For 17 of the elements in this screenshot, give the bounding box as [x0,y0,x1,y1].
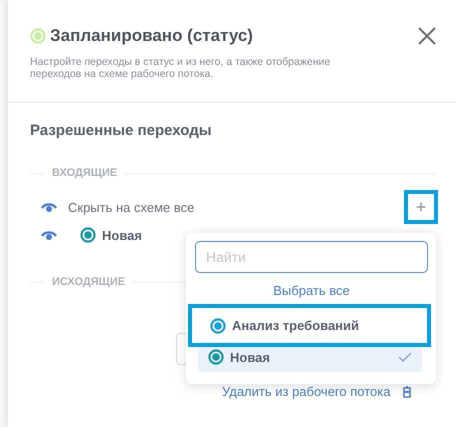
trash-icon[interactable] [402,386,412,398]
eye-icon[interactable] [40,201,58,213]
group-label: ИСХОДЯЩИЕ [52,276,126,288]
select-all-link[interactable]: Выбрать все [269,281,354,300]
option-item[interactable]: Анализ требований [188,304,431,347]
search-field[interactable]: Найти [195,241,428,273]
add-button[interactable]: + [404,190,438,224]
close-icon[interactable] [418,27,436,45]
panel-description: Настройте переходы в статус и из него, а также отображение переходов на схеме рабочего потока. [30,56,332,80]
panel-title: Запланировано (статус) [50,26,253,46]
check-icon [398,352,412,362]
transition-name: Новая [102,228,142,242]
eye-icon[interactable] [40,229,58,241]
delete-link[interactable]: Удалить из рабочего потока [222,384,390,399]
hide-all-label: Скрыть на схеме все [68,200,194,214]
group-label: ВХОДЯЩИЕ [52,167,118,179]
section-title: Разрешенные переходы [30,122,213,139]
